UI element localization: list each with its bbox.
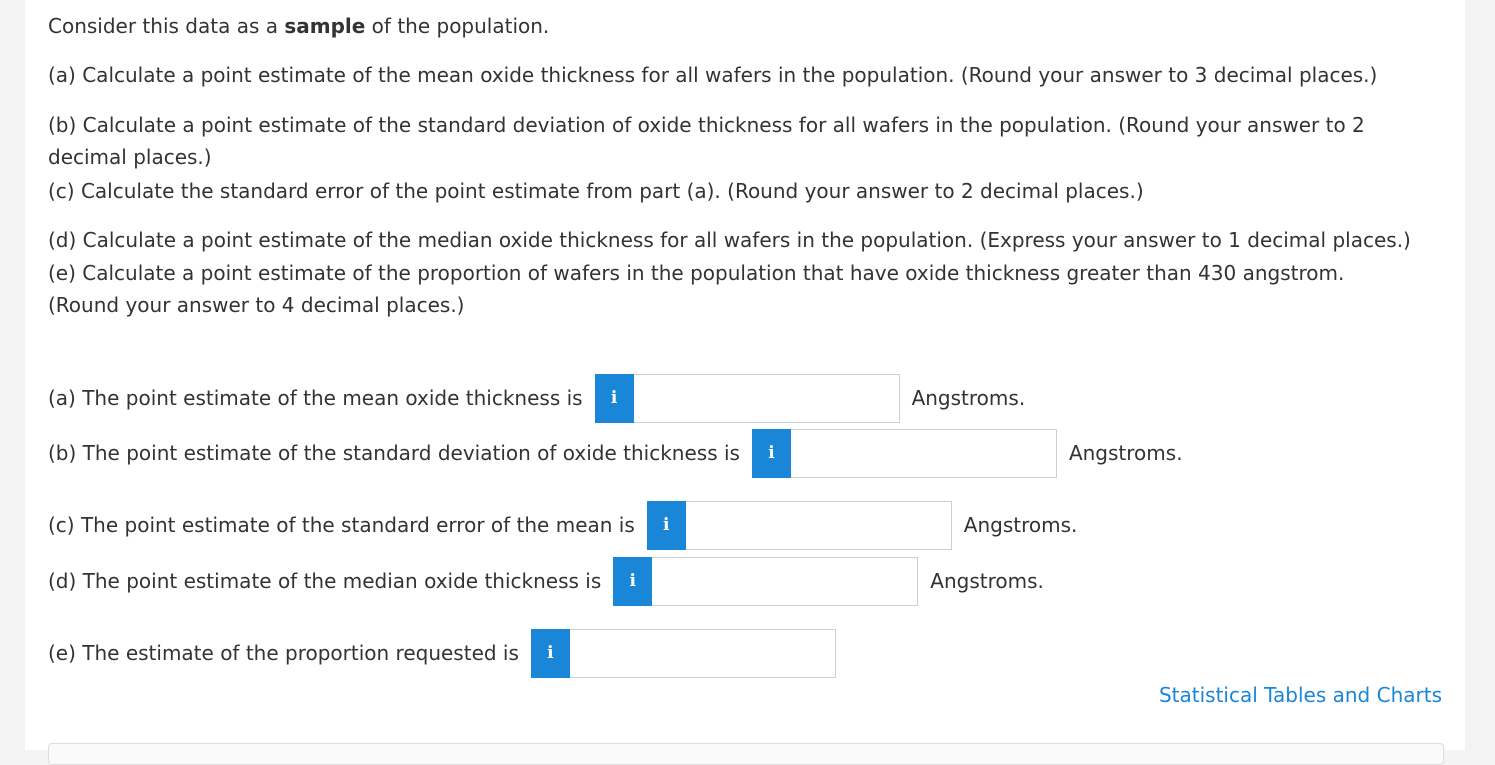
question-e-line1: (e) Calculate a point estimate of the pr… bbox=[48, 261, 1345, 285]
answer-input-a[interactable] bbox=[633, 373, 900, 423]
info-icon[interactable]: i bbox=[613, 556, 653, 606]
answer-unit-a: Angstroms. bbox=[911, 386, 1026, 410]
question-b-line1: (b) Calculate a point estimate of the st… bbox=[48, 113, 1365, 137]
answer-input-b[interactable] bbox=[790, 428, 1057, 478]
answer-unit-b: Angstroms. bbox=[1068, 441, 1183, 465]
answer-input-e[interactable] bbox=[569, 628, 836, 678]
intro-bold: sample bbox=[284, 14, 366, 38]
info-icon[interactable]: i bbox=[530, 628, 570, 678]
answer-label-e: (e) The estimate of the proportion reque… bbox=[48, 641, 519, 665]
answer-row-e: (e) The estimate of the proportion reque… bbox=[48, 628, 836, 678]
answer-label-a: (a) The point estimate of the mean oxide… bbox=[48, 386, 583, 410]
bottom-panel bbox=[48, 743, 1444, 765]
info-icon[interactable]: i bbox=[751, 428, 791, 478]
answer-row-b: (b) The point estimate of the standard d… bbox=[48, 428, 1183, 478]
question-d: (d) Calculate a point estimate of the me… bbox=[48, 228, 1411, 252]
answer-row-a: (a) The point estimate of the mean oxide… bbox=[48, 373, 1026, 423]
answer-input-d[interactable] bbox=[652, 556, 919, 606]
question-e-line2: (Round your answer to 4 decimal places.) bbox=[48, 293, 465, 317]
intro-after: of the population. bbox=[365, 14, 550, 38]
answer-unit-d: Angstroms. bbox=[930, 569, 1044, 593]
intro-text: Consider this data as a sample of the po… bbox=[48, 10, 549, 42]
answer-input-c[interactable] bbox=[685, 500, 952, 550]
question-b-line2: decimal places.) bbox=[48, 145, 212, 169]
answer-label-c: (c) The point estimate of the standard e… bbox=[48, 513, 635, 537]
answer-label-b: (b) The point estimate of the standard d… bbox=[48, 441, 740, 465]
statistical-tables-link[interactable]: Statistical Tables and Charts bbox=[1159, 683, 1442, 707]
question-c: (c) Calculate the standard error of the … bbox=[48, 179, 1144, 203]
answer-unit-c: Angstroms. bbox=[963, 513, 1078, 537]
answer-row-d: (d) The point estimate of the median oxi… bbox=[48, 556, 1044, 606]
answer-row-c: (c) The point estimate of the standard e… bbox=[48, 500, 1078, 550]
intro-before: Consider this data as a bbox=[48, 14, 285, 38]
info-icon[interactable]: i bbox=[594, 373, 634, 423]
question-a: (a) Calculate a point estimate of the me… bbox=[48, 63, 1378, 87]
info-icon[interactable]: i bbox=[646, 500, 686, 550]
answer-label-d: (d) The point estimate of the median oxi… bbox=[48, 569, 602, 593]
